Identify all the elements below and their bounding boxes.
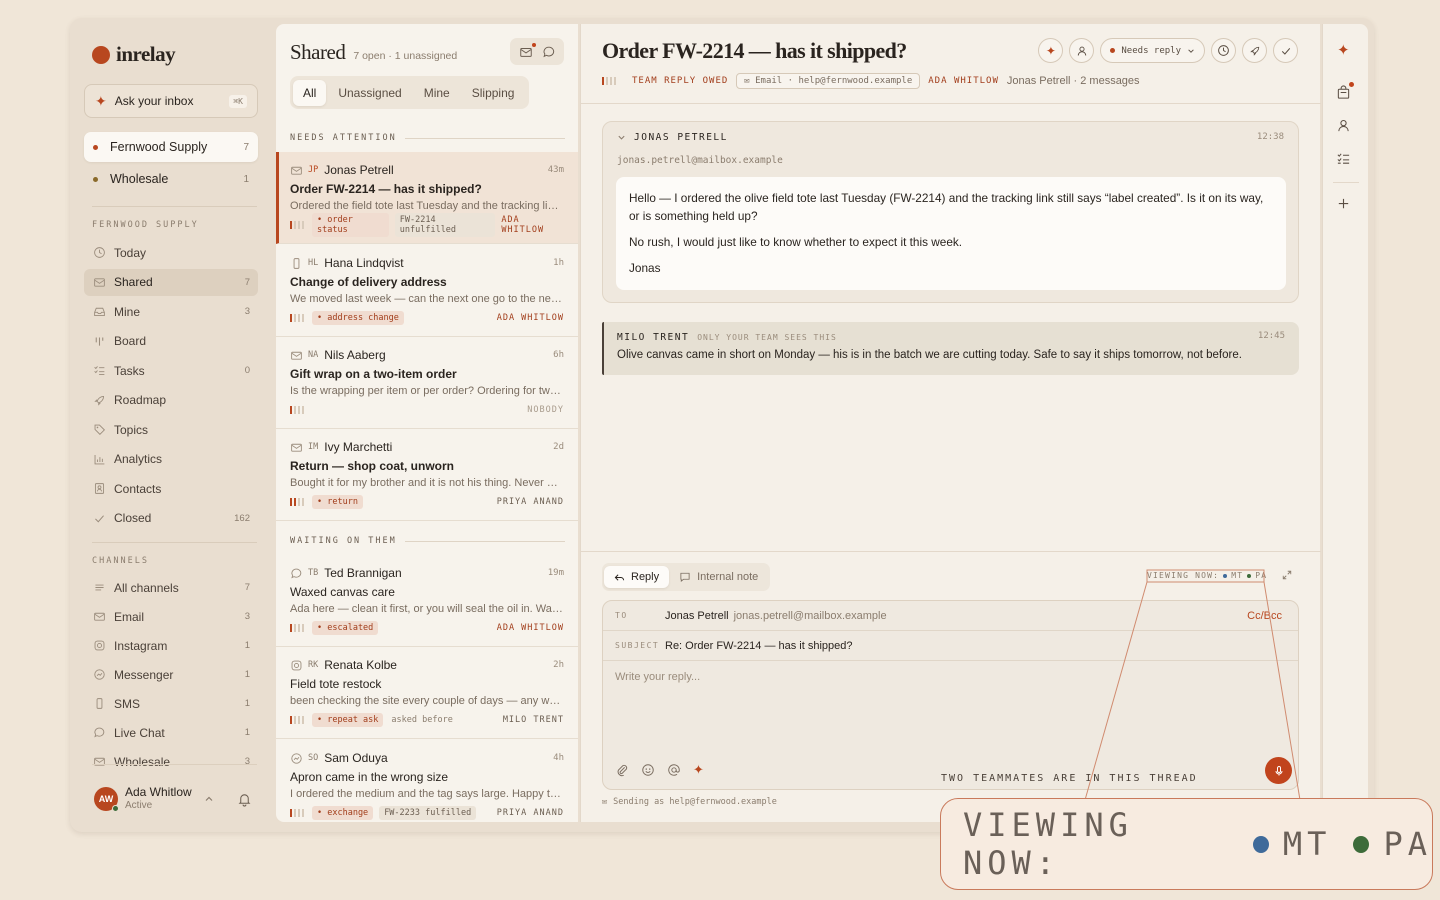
viewing-now-zoom: VIEWING NOW: MT PA bbox=[940, 798, 1433, 890]
zoom-label: VIEWING NOW: bbox=[963, 806, 1133, 882]
zoom-viewer-mt: MT bbox=[1282, 825, 1332, 863]
zoom-viewer-pa: PA bbox=[1383, 825, 1432, 863]
viewer-dot bbox=[1353, 835, 1370, 853]
zoom-connector bbox=[1084, 569, 1301, 801]
viewer-dot bbox=[1252, 835, 1269, 853]
